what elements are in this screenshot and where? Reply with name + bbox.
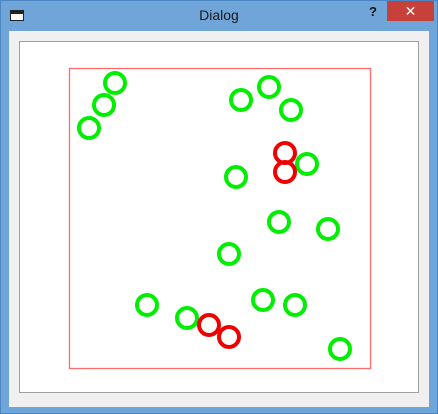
green-circle[interactable] (103, 71, 127, 95)
green-circle[interactable] (92, 93, 116, 117)
green-circle[interactable] (77, 116, 101, 140)
green-circle[interactable] (217, 242, 241, 266)
red-circle[interactable] (197, 313, 221, 337)
green-circle[interactable] (224, 165, 248, 189)
green-circle[interactable] (295, 152, 319, 176)
green-circle[interactable] (328, 337, 352, 361)
green-circle[interactable] (267, 210, 291, 234)
green-circle[interactable] (251, 288, 275, 312)
green-circle[interactable] (316, 217, 340, 241)
title-bar[interactable]: Dialog ? ✕ (1, 1, 437, 31)
green-circle[interactable] (257, 75, 281, 99)
scene-canvas[interactable] (20, 42, 418, 392)
red-circle[interactable] (217, 325, 241, 349)
green-circle[interactable] (135, 293, 159, 317)
dialog-client-area (9, 31, 429, 407)
green-circle[interactable] (229, 88, 253, 112)
help-button[interactable]: ? (361, 2, 385, 22)
close-button[interactable]: ✕ (387, 1, 434, 21)
dialog-window: Dialog ? ✕ (0, 0, 438, 414)
green-circle[interactable] (279, 98, 303, 122)
green-circle[interactable] (175, 306, 199, 330)
graphics-view[interactable] (19, 41, 419, 393)
green-circle[interactable] (283, 293, 307, 317)
